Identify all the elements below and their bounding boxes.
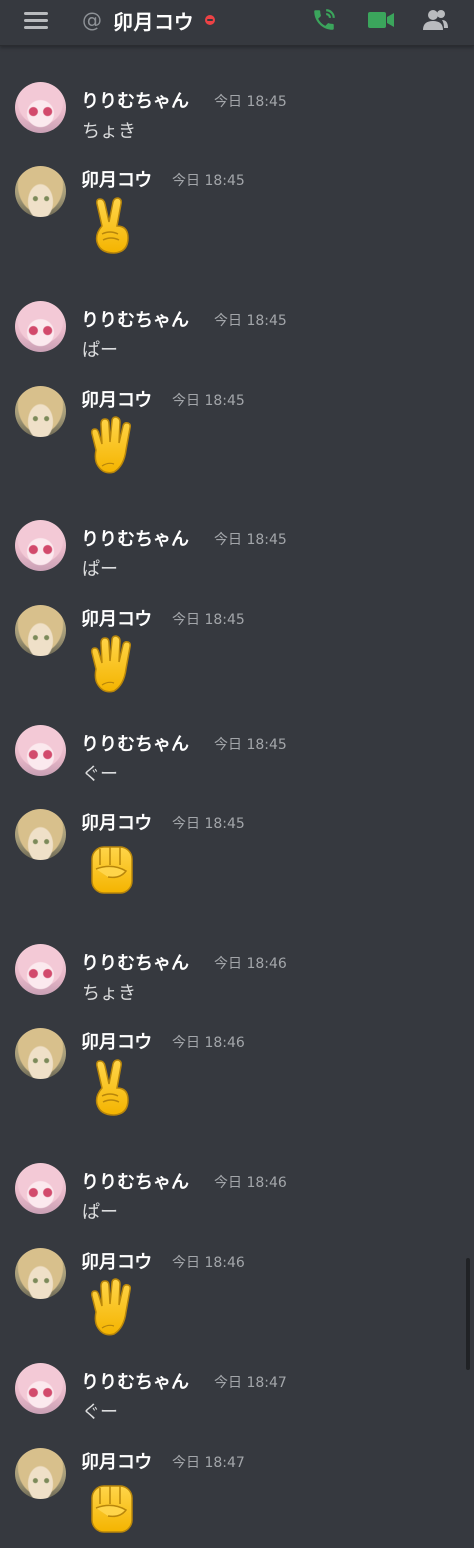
raised-hand-emoji <box>84 635 140 695</box>
message-text: ちょき <box>82 983 136 1004</box>
message-timestamp: 今日 18:45 <box>214 737 287 753</box>
message-author[interactable]: りりむちゃん <box>81 949 189 975</box>
message-text: ぐー <box>82 1402 118 1423</box>
message-timestamp: 今日 18:46 <box>172 1255 245 1271</box>
message-text: ちょき <box>82 121 136 142</box>
message-text: ぱー <box>82 1202 118 1223</box>
avatar[interactable] <box>15 725 66 776</box>
avatar[interactable] <box>15 386 66 437</box>
victory-hand-emoji <box>84 1058 140 1118</box>
message-text: ぱー <box>82 340 118 361</box>
scrollbar[interactable] <box>466 1258 470 1370</box>
message-author[interactable]: 卯月コウ <box>81 605 152 631</box>
avatar[interactable] <box>15 1028 66 1079</box>
avatar[interactable] <box>15 301 66 352</box>
message-author[interactable]: 卯月コウ <box>81 166 152 192</box>
avatar[interactable] <box>15 520 66 571</box>
message-author[interactable]: 卯月コウ <box>81 809 152 835</box>
message-author[interactable]: りりむちゃん <box>81 1168 189 1194</box>
raised-hand-emoji <box>84 416 140 476</box>
at-icon: @ <box>82 8 102 32</box>
avatar[interactable] <box>15 82 66 133</box>
call-icon[interactable] <box>311 7 337 33</box>
video-icon[interactable] <box>367 9 395 31</box>
message-timestamp: 今日 18:45 <box>214 532 287 548</box>
message-timestamp: 今日 18:45 <box>214 313 287 329</box>
message-author[interactable]: 卯月コウ <box>81 1028 152 1054</box>
avatar[interactable] <box>15 1448 66 1499</box>
menu-icon[interactable] <box>24 12 48 32</box>
avatar[interactable] <box>15 1363 66 1414</box>
message-timestamp: 今日 18:45 <box>172 173 245 189</box>
channel-title: 卯月コウ <box>113 10 195 34</box>
message-timestamp: 今日 18:46 <box>214 956 287 972</box>
message-text: ぱー <box>82 559 118 580</box>
victory-hand-emoji <box>84 196 140 256</box>
message-author[interactable]: 卯月コウ <box>81 1448 152 1474</box>
dnd-status-icon <box>205 15 215 25</box>
message-author[interactable]: りりむちゃん <box>81 87 189 113</box>
avatar[interactable] <box>15 944 66 995</box>
message-author[interactable]: 卯月コウ <box>81 386 152 412</box>
message-author[interactable]: りりむちゃん <box>81 306 189 332</box>
message-timestamp: 今日 18:45 <box>172 816 245 832</box>
message-timestamp: 今日 18:47 <box>214 1375 287 1391</box>
message-timestamp: 今日 18:47 <box>172 1455 245 1471</box>
message-timestamp: 今日 18:45 <box>214 94 287 110</box>
message-author[interactable]: りりむちゃん <box>81 730 189 756</box>
message-list: りりむちゃん 今日 18:45 ちょき 卯月コウ 今日 18:45 りりむちゃん… <box>0 46 474 1548</box>
message-author[interactable]: りりむちゃん <box>81 525 189 551</box>
message-timestamp: 今日 18:46 <box>214 1175 287 1191</box>
message-timestamp: 今日 18:45 <box>172 393 245 409</box>
avatar[interactable] <box>15 1248 66 1299</box>
channel-header: @ 卯月コウ <box>0 0 474 46</box>
avatar[interactable] <box>15 1163 66 1214</box>
message-text: ぐー <box>82 764 118 785</box>
avatar[interactable] <box>15 809 66 860</box>
message-author[interactable]: りりむちゃん <box>81 1368 189 1394</box>
raised-fist-emoji <box>84 1478 140 1538</box>
avatar[interactable] <box>15 166 66 217</box>
raised-fist-emoji <box>84 839 140 899</box>
message-timestamp: 今日 18:45 <box>172 612 245 628</box>
raised-hand-emoji <box>84 1278 140 1338</box>
message-timestamp: 今日 18:46 <box>172 1035 245 1051</box>
avatar[interactable] <box>15 605 66 656</box>
members-icon[interactable] <box>422 7 448 33</box>
message-author[interactable]: 卯月コウ <box>81 1248 152 1274</box>
